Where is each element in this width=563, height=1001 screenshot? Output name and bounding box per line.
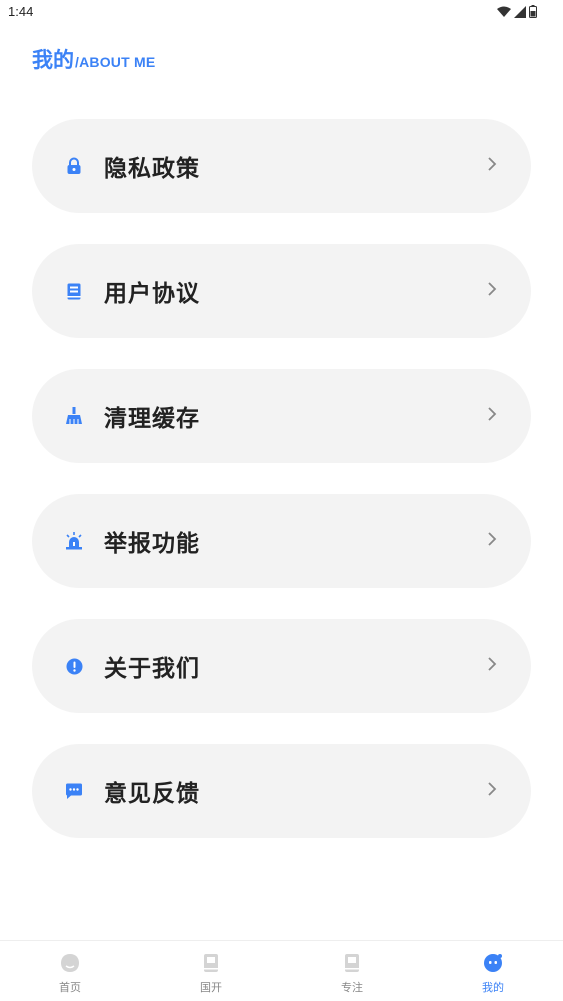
- battery-icon: [529, 5, 537, 18]
- signal-icon: [514, 5, 526, 18]
- book-icon: [204, 954, 218, 972]
- menu-item-label: 意见反馈: [104, 781, 200, 807]
- page-title-cn: 我的: [32, 48, 74, 72]
- menu-item-label: 举报功能: [104, 531, 200, 557]
- nav-label: 专注: [341, 981, 363, 994]
- broom-icon: [65, 407, 83, 425]
- menu-item-privacy-policy[interactable]: 隐私政策: [32, 119, 531, 213]
- chevron-right-icon: [488, 657, 497, 671]
- page-title: 我的 /ABOUT ME: [32, 44, 155, 74]
- nav-item-focus[interactable]: 专注: [282, 941, 422, 1001]
- status-time: 1:44: [8, 4, 34, 19]
- page-title-en: /ABOUT ME: [75, 54, 156, 70]
- nav-item-profile[interactable]: 我的: [423, 941, 563, 1001]
- document-icon: [65, 282, 83, 300]
- nav-item-home[interactable]: 首页: [0, 941, 140, 1001]
- menu-item-label: 用户协议: [104, 281, 200, 307]
- bottom-nav: 首页 国开 专注 我的: [0, 940, 563, 1001]
- nav-label: 首页: [59, 981, 81, 994]
- menu-item-label: 清理缓存: [104, 406, 200, 432]
- menu-item-label: 隐私政策: [104, 156, 200, 182]
- status-bar: 1:44: [0, 0, 563, 24]
- menu-item-label: 关于我们: [104, 656, 200, 682]
- chevron-right-icon: [488, 157, 497, 171]
- nav-item-guokai[interactable]: 国开: [141, 941, 281, 1001]
- info-icon: [65, 657, 83, 675]
- menu-item-report[interactable]: 举报功能: [32, 494, 531, 588]
- chevron-right-icon: [488, 407, 497, 421]
- nav-label: 国开: [200, 981, 222, 994]
- wifi-icon: [497, 6, 511, 17]
- menu-item-user-agreement[interactable]: 用户协议: [32, 244, 531, 338]
- bookmark-icon: [345, 954, 359, 972]
- status-icons: [497, 5, 537, 18]
- home-icon: [61, 954, 79, 972]
- chevron-right-icon: [488, 782, 497, 796]
- alarm-icon: [65, 532, 83, 550]
- profile-icon: [484, 954, 502, 972]
- lock-icon: [65, 157, 83, 175]
- chevron-right-icon: [488, 282, 497, 296]
- feedback-icon: [65, 782, 83, 800]
- menu-item-about-us[interactable]: 关于我们: [32, 619, 531, 713]
- menu-item-clear-cache[interactable]: 清理缓存: [32, 369, 531, 463]
- chevron-right-icon: [488, 532, 497, 546]
- menu-item-feedback[interactable]: 意见反馈: [32, 744, 531, 838]
- nav-label: 我的: [482, 981, 504, 994]
